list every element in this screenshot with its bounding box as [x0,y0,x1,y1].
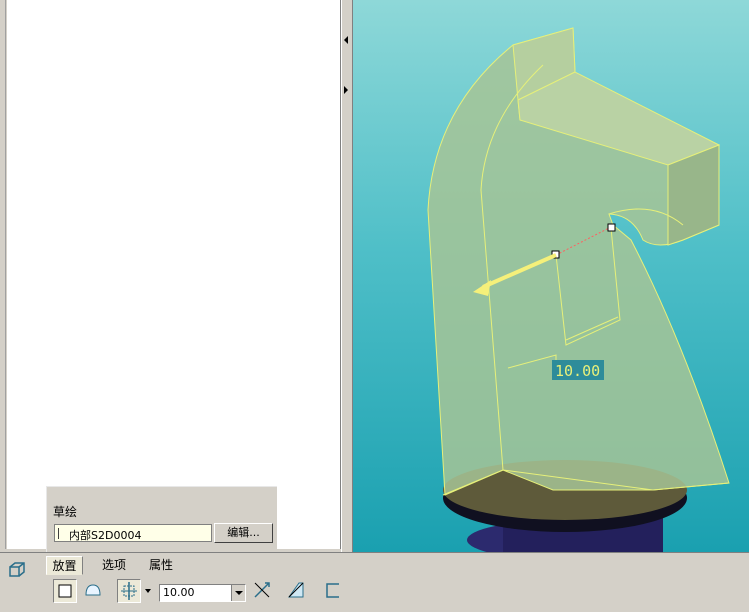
collapse-left-icon[interactable] [344,36,348,44]
sketch-collector-field[interactable]: 内部S2D0004 [54,524,212,542]
expand-right-icon[interactable] [344,86,348,94]
depth-value-combobox[interactable]: 10.00 [159,584,246,602]
tab-options[interactable]: 选项 [98,556,130,575]
sketch-label: 草绘 [53,505,78,519]
surface-icon [85,584,101,596]
flip-direction-icon [254,582,270,598]
flip-direction-button[interactable] [251,579,275,603]
panel-splitter[interactable] [341,0,353,552]
field-indicator [58,528,59,539]
tab-placement[interactable]: 放置 [46,556,83,575]
edit-button[interactable]: 编辑... [214,523,273,543]
blind-depth-icon [121,582,137,600]
feature-dashboard: 放置 选项 属性 10.00 [0,552,749,612]
model-tree-area[interactable] [7,0,341,549]
depth-value: 10.00 [163,586,195,599]
panel-scroll-edge[interactable] [0,0,6,549]
thicken-icon [326,583,339,598]
model-render: 10.00 [427,27,730,552]
drag-handle-right [607,223,616,232]
sketch-name: 内部S2D0004 [69,529,142,542]
depth-option-button[interactable] [117,579,141,603]
model-tree-panel [0,0,341,549]
solid-icon [58,584,72,598]
dimension-label[interactable]: 10.00 [555,362,600,380]
depth-dropdown-button[interactable] [231,585,245,601]
surface-extrude-button[interactable] [82,579,106,603]
thicken-sketch-button[interactable] [322,579,346,603]
extrude-feature-icon [9,562,25,577]
graphics-viewport[interactable]: 10.00 [353,0,749,552]
placement-sketch-panel: 草绘 内部S2D0004 编辑... [46,486,277,552]
remove-material-button[interactable] [285,579,309,603]
solid-extrude-button[interactable] [53,579,77,603]
tab-properties[interactable]: 属性 [145,556,177,575]
remove-material-icon [288,582,304,598]
depth-option-dropdown-icon[interactable] [145,589,151,593]
